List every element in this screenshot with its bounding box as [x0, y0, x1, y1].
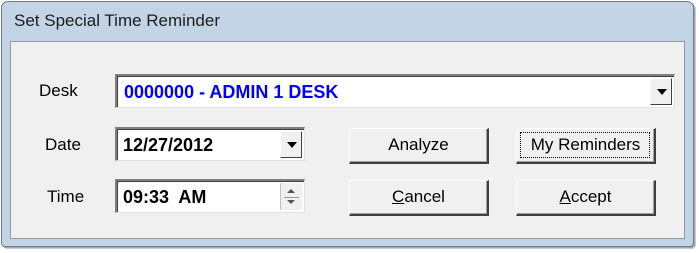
cancel-accelerator: C	[392, 187, 405, 206]
time-value: 09:33 AM	[123, 187, 207, 207]
chevron-down-icon	[287, 142, 297, 148]
date-label: Date	[45, 135, 81, 154]
time-label: Time	[47, 187, 85, 206]
cancel-button[interactable]: Cancel	[349, 180, 489, 216]
date-picker[interactable]: 12/27/2012	[115, 127, 305, 161]
date-value: 12/27/2012	[123, 135, 214, 155]
accept-label-rest: ccept	[570, 187, 612, 206]
my-reminders-button[interactable]: My Reminders	[516, 128, 656, 164]
cancel-label-rest: ancel	[404, 187, 445, 206]
desk-dropdown-button[interactable]	[650, 78, 672, 105]
accept-accelerator: A	[559, 187, 571, 206]
desk-select-value: 0000000 - ADMIN 1 DESK	[124, 82, 339, 102]
desk-select[interactable]: 0000000 - ADMIN 1 DESK	[115, 74, 675, 108]
dialog-body: Desk 0000000 - ADMIN 1 DESK Date 12/27/2…	[10, 41, 685, 239]
spin-divider	[284, 196, 299, 198]
spin-up-icon	[287, 189, 295, 193]
cancel-button-label: Cancel	[392, 181, 445, 213]
spin-down-icon	[287, 200, 295, 204]
chevron-down-icon	[657, 89, 667, 95]
dialog-window: Set Special Time Reminder Desk 0000000 -…	[1, 1, 694, 247]
title-bar[interactable]: Set Special Time Reminder	[2, 2, 693, 38]
focus-rectangle	[520, 132, 650, 158]
spin-up-down-icon[interactable]	[280, 183, 302, 210]
desk-label: Desk	[39, 81, 78, 100]
accept-button-label: Accept	[560, 181, 612, 213]
time-spinner[interactable]: 09:33 AM	[115, 179, 305, 213]
window-title: Set Special Time Reminder	[14, 11, 220, 30]
analyze-button-label: Analyze	[388, 135, 449, 154]
analyze-button[interactable]: Analyze	[349, 128, 489, 164]
accept-button[interactable]: Accept	[516, 180, 656, 216]
date-dropdown-button[interactable]	[280, 131, 302, 158]
